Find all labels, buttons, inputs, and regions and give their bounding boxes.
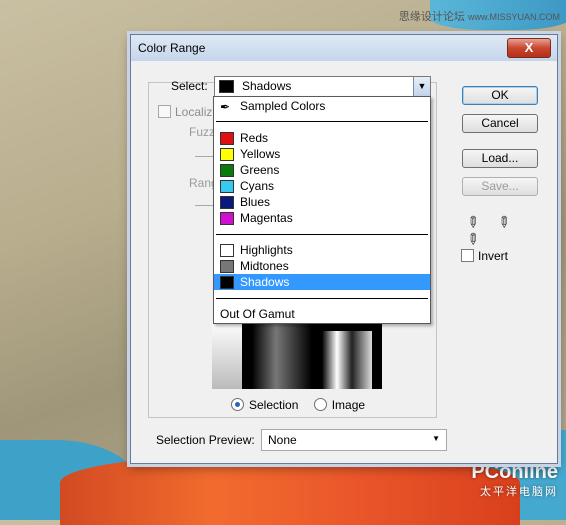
option-greens[interactable]: Greens (214, 162, 430, 178)
watermark-chinese: 思缘设计论坛 (398, 11, 465, 23)
separator (216, 234, 428, 235)
color-swatch (220, 132, 234, 145)
select-dropdown[interactable]: Shadows ▼ (214, 76, 431, 97)
selection-preview-label: Selection Preview: (156, 433, 255, 447)
preview-mode-radios: Selection Image (231, 398, 377, 412)
localize-checkbox[interactable]: Localize (158, 105, 219, 119)
separator (216, 298, 428, 299)
preview-strands (322, 331, 372, 389)
select-value: Shadows (242, 79, 292, 93)
fuzziness-slider[interactable] (195, 156, 215, 157)
color-swatch (220, 164, 234, 177)
option-label: Cyans (240, 179, 275, 193)
option-out-of-gamut[interactable]: Out Of Gamut (214, 306, 430, 322)
color-swatch (220, 196, 234, 209)
checkbox-icon (461, 249, 474, 262)
option-yellows[interactable]: Yellows (214, 146, 430, 162)
preview-hair (252, 321, 312, 389)
invert-checkbox[interactable]: Invert (461, 249, 508, 263)
invert-label: Invert (478, 249, 509, 263)
color-swatch (220, 260, 234, 273)
selection-radio[interactable] (231, 398, 244, 411)
select-dropdown-list: ✒ Sampled Colors Reds Yellows Greens Cya… (213, 96, 431, 324)
color-swatch (220, 180, 234, 193)
select-label: Select: (171, 79, 208, 93)
watermark-pconline: PConline 太平洋电脑网 (471, 462, 558, 502)
option-label: Sampled Colors (240, 99, 326, 113)
option-blues[interactable]: Blues (214, 194, 430, 210)
eyedropper-icon: ✒ (220, 100, 231, 114)
color-swatch (220, 212, 234, 225)
fuzziness-label: Fuzz (189, 125, 216, 139)
selection-preview-image (212, 321, 382, 389)
option-label: Highlights (240, 243, 293, 257)
watermark-site: www.MISSYUAN.COM (467, 12, 560, 22)
option-highlights[interactable]: Highlights (214, 242, 430, 258)
option-sampled-colors[interactable]: ✒ Sampled Colors (214, 98, 430, 114)
separator (216, 121, 428, 122)
option-label: Greens (240, 163, 280, 177)
image-radio-label: Image (331, 398, 366, 412)
preview-highlight (212, 321, 242, 389)
background-red-hair (60, 455, 520, 525)
eyedropper-minus-icon[interactable]: ✎ (462, 228, 484, 250)
option-midtones[interactable]: Midtones (214, 258, 430, 274)
close-button[interactable]: X (507, 38, 551, 58)
selection-preview-value: None (268, 433, 297, 447)
option-label: Magentas (240, 211, 293, 225)
range-slider[interactable] (195, 205, 215, 206)
eyedropper-tools: ✎ ✎✎ (462, 211, 557, 250)
color-swatch (220, 244, 234, 257)
title-bar[interactable]: Color Range X (131, 35, 557, 61)
option-label: Yellows (240, 147, 281, 161)
select-swatch (219, 80, 234, 93)
selection-preview-select[interactable]: None ▼ (261, 429, 447, 451)
selection-radio-label: Selection (249, 398, 299, 412)
watermark-sub: 太平洋电脑网 (480, 486, 558, 498)
ok-button[interactable]: OK (462, 86, 538, 105)
option-label: Out Of Gamut (220, 307, 295, 321)
chevron-down-icon[interactable]: ▼ (413, 77, 430, 96)
option-label: Reds (240, 131, 269, 145)
eyedropper-plus-icon[interactable]: ✎ (493, 211, 515, 233)
dialog-title: Color Range (138, 41, 206, 55)
option-reds[interactable]: Reds (214, 130, 430, 146)
option-cyans[interactable]: Cyans (214, 178, 430, 194)
option-magentas[interactable]: Magentas (214, 210, 430, 226)
color-swatch (220, 276, 234, 289)
option-label: Shadows (240, 275, 290, 289)
color-swatch (220, 148, 234, 161)
watermark-top: 思缘设计论坛 www.MISSYUAN.COM (399, 8, 560, 24)
save-button[interactable]: Save... (462, 177, 538, 196)
image-radio[interactable] (313, 398, 327, 411)
option-label: Midtones (240, 259, 289, 273)
checkbox-icon (158, 105, 171, 118)
watermark-brand: PConline (471, 461, 558, 483)
option-shadows[interactable]: Shadows (214, 274, 430, 290)
option-label: Blues (240, 195, 271, 209)
cancel-button[interactable]: Cancel (462, 114, 538, 133)
chevron-down-icon: ▼ (432, 434, 440, 443)
load-button[interactable]: Load... (462, 149, 538, 168)
